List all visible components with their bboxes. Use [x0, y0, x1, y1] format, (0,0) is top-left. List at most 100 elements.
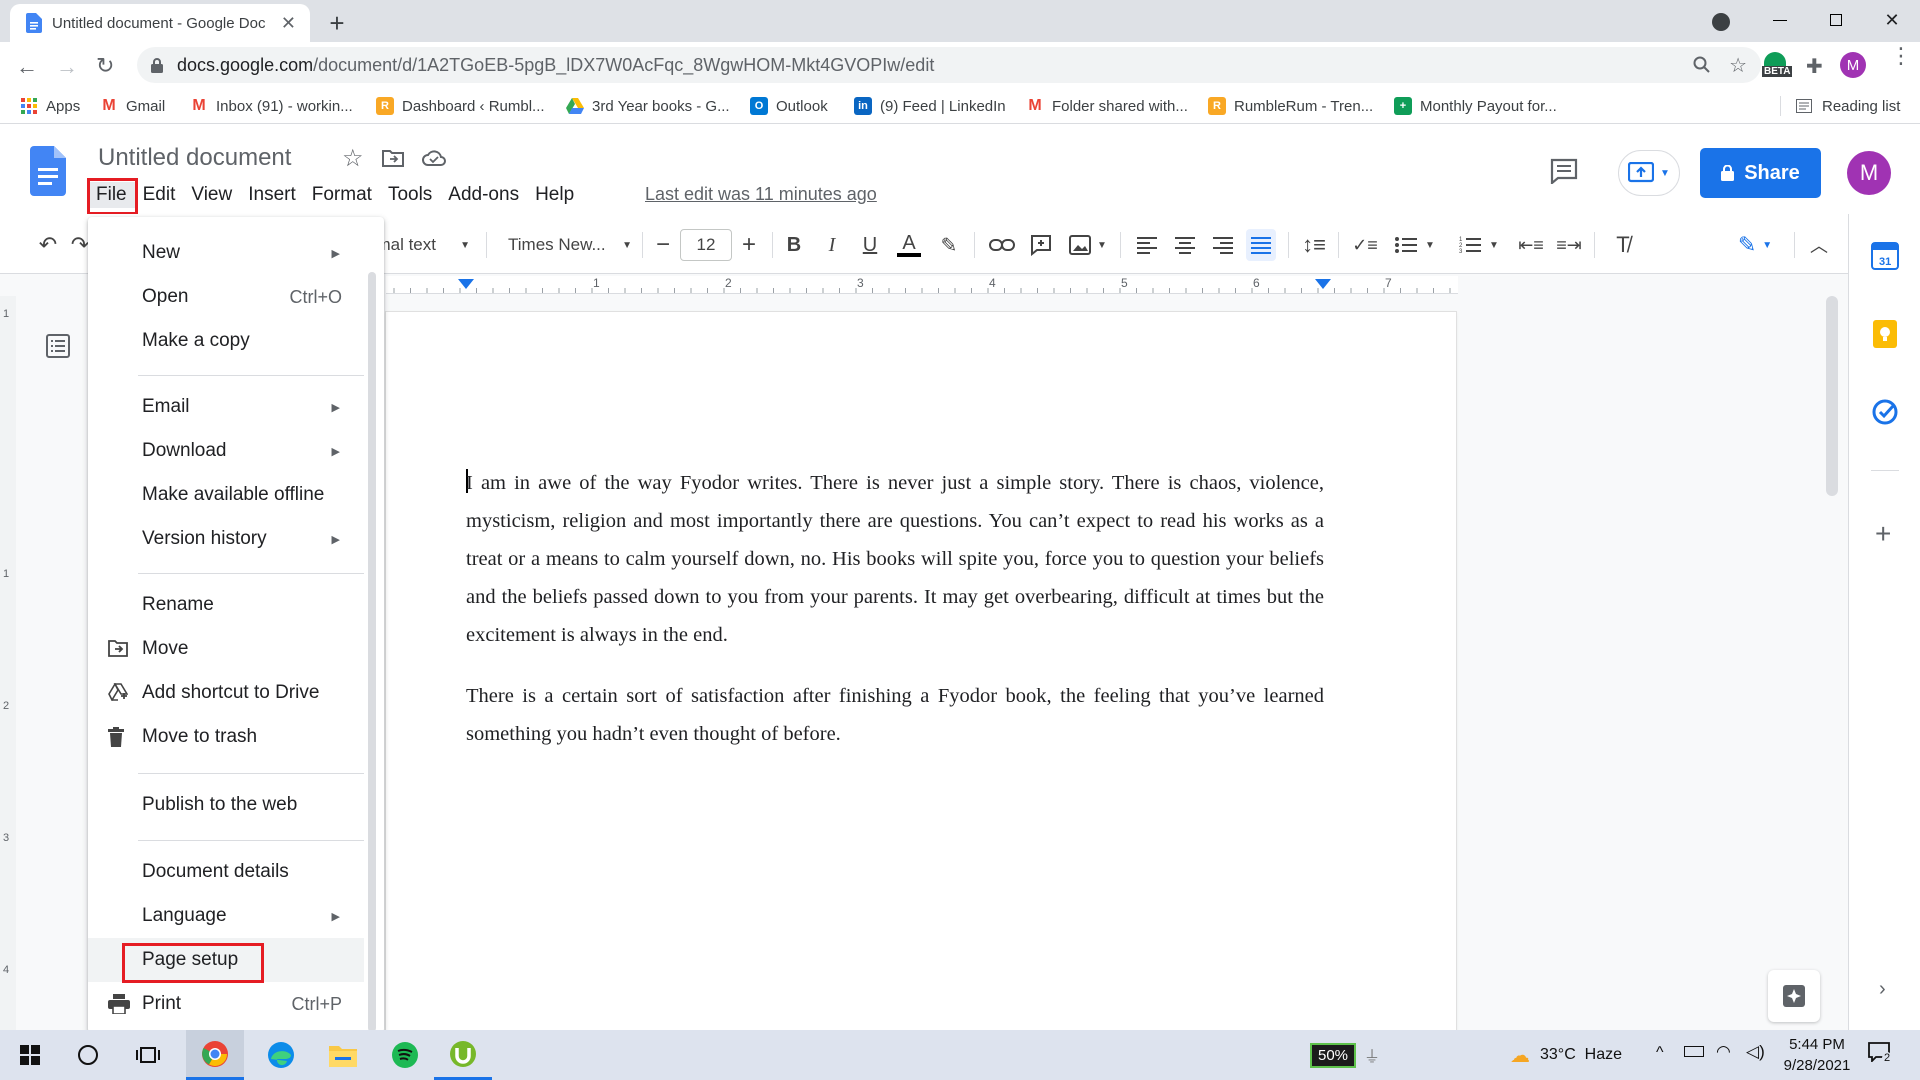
show-side-panel-icon[interactable]: › [1879, 978, 1886, 1001]
weather-widget[interactable]: ☁ 33°C Haze [1510, 1042, 1622, 1068]
restore-icon[interactable] [1808, 0, 1864, 40]
style-dropdown[interactable]: Normal text ▼ [384, 225, 470, 265]
bookmark-inbox[interactable]: M Inbox (91) - workin... [190, 88, 352, 124]
menu-item-move-to-trash[interactable]: Move to trash [88, 715, 364, 759]
menu-item-print[interactable]: Print Ctrl+P [88, 982, 364, 1026]
wifi-icon[interactable]: ◠ [1716, 1042, 1731, 1062]
minimize-icon[interactable] [1752, 0, 1808, 40]
menu-add-ons[interactable]: Add-ons [440, 182, 527, 208]
browser-tab[interactable]: Untitled document - Google Doc ✕ [10, 4, 310, 42]
share-button[interactable]: Share [1700, 148, 1821, 198]
volume-icon[interactable]: ◁) [1746, 1042, 1765, 1062]
extension-icon[interactable]: BETA [1762, 52, 1793, 77]
comments-icon[interactable] [1550, 158, 1578, 184]
font-size-input[interactable]: 12 [680, 229, 732, 261]
bookmark-dashboard[interactable]: R Dashboard ‹ Rumbl... [376, 88, 545, 124]
menu-format[interactable]: Format [304, 182, 380, 208]
decrease-indent-icon[interactable]: ⇤≡ [1518, 225, 1544, 265]
collapse-menus-icon[interactable]: ︿ [1806, 225, 1832, 265]
editing-mode-button[interactable]: ✎ ▼ [1726, 225, 1784, 265]
menu-item-version-history[interactable]: Version history ▶ [88, 517, 364, 561]
docs-logo-icon[interactable] [30, 146, 66, 196]
forward-icon[interactable]: → [56, 54, 78, 80]
increase-font-size-icon[interactable]: + [736, 225, 762, 265]
explore-button[interactable] [1768, 970, 1820, 1022]
menu-item-rename[interactable]: Rename [88, 583, 364, 627]
cloud-saved-icon[interactable] [422, 150, 446, 166]
bookmark-folder-shared[interactable]: M Folder shared with... [1026, 88, 1188, 124]
back-icon[interactable]: ← [16, 54, 38, 80]
numbered-list-icon[interactable]: 123 ▼ [1456, 225, 1502, 265]
italic-icon[interactable]: I [820, 225, 844, 265]
paragraph[interactable]: There is a certain sort of satisfaction … [466, 677, 1324, 753]
menu-item-move[interactable]: Move [88, 627, 364, 671]
font-dropdown[interactable]: Times New... ▼ [508, 225, 632, 265]
reading-list-button[interactable]: Reading list [1796, 88, 1900, 124]
menu-item-download[interactable]: Download ▶ [88, 429, 364, 473]
menu-item-open[interactable]: Open Ctrl+O [88, 275, 364, 319]
move-folder-icon[interactable] [382, 149, 404, 167]
menu-item-email[interactable]: Email ▶ [88, 385, 364, 429]
show-hidden-icons-icon[interactable]: ^ [1656, 1044, 1664, 1062]
present-meeting-button[interactable]: ▼ [1618, 150, 1680, 196]
align-center-icon[interactable] [1172, 225, 1198, 265]
align-right-icon[interactable] [1210, 225, 1236, 265]
menu-edit[interactable]: Edit [135, 182, 184, 208]
underline-icon[interactable]: U [858, 225, 882, 265]
close-window-icon[interactable]: ✕ [1864, 0, 1920, 40]
scrollbar[interactable] [1826, 296, 1838, 496]
zoom-icon[interactable] [1693, 56, 1711, 74]
decrease-font-size-icon[interactable]: − [650, 225, 676, 265]
bookmark-outlook[interactable]: O Outlook [750, 88, 828, 124]
profile-avatar[interactable]: M [1840, 52, 1866, 78]
right-indent-marker-icon[interactable] [1315, 279, 1331, 289]
document-body[interactable]: I am in awe of the way Fyodor writes. Th… [466, 464, 1324, 776]
checklist-icon[interactable]: ✓≡ [1350, 225, 1380, 265]
calendar-icon[interactable]: 31 [1871, 242, 1899, 270]
menu-item-publish-to-the-web[interactable]: Publish to the web [88, 783, 364, 827]
tab-close-icon[interactable]: ✕ [281, 13, 296, 34]
menu-item-document-details[interactable]: Document details [88, 850, 364, 894]
insert-comment-icon[interactable] [1028, 225, 1054, 265]
menu-item-make-a-copy[interactable]: Make a copy [88, 319, 364, 363]
bookmark-apps[interactable]: Apps [20, 88, 80, 124]
new-tab-button[interactable]: + [322, 8, 352, 38]
star-icon[interactable]: ☆ [342, 144, 364, 173]
bold-icon[interactable]: B [782, 225, 806, 265]
menu-item-add-shortcut-to-drive[interactable]: Add shortcut to Drive [88, 671, 364, 715]
extensions-puzzle-icon[interactable]: ✚ [1806, 54, 1823, 79]
menu-help[interactable]: Help [527, 182, 582, 208]
line-spacing-icon[interactable]: ↕≡ [1300, 225, 1328, 265]
last-edit-link[interactable]: Last edit was 11 minutes ago [645, 184, 877, 205]
bookmark-3rd-year-books[interactable]: 3rd Year books - G... [566, 88, 730, 124]
keep-icon[interactable] [1873, 320, 1897, 348]
menu-tools[interactable]: Tools [380, 182, 440, 208]
bookmark-linkedin[interactable]: in (9) Feed | LinkedIn [854, 88, 1006, 124]
redo-icon[interactable]: ↷ [70, 225, 90, 265]
notifications-icon[interactable]: 2 [1868, 1042, 1893, 1064]
clock[interactable]: 5:44 PM 9/28/2021 [1772, 1034, 1862, 1076]
insert-link-icon[interactable] [988, 225, 1016, 265]
paragraph[interactable]: I am in awe of the way Fyodor writes. Th… [466, 464, 1324, 654]
battery-icon[interactable] [1684, 1046, 1704, 1057]
account-avatar[interactable]: M [1847, 151, 1891, 195]
bookmark-monthly-payout[interactable]: + Monthly Payout for... [1394, 88, 1557, 124]
insert-image-icon[interactable]: ▼ [1066, 225, 1110, 265]
bookmark-gmail[interactable]: M Gmail [100, 88, 165, 124]
menu-insert[interactable]: Insert [240, 182, 304, 208]
menu-item-language[interactable]: Language ▶ [88, 894, 364, 938]
add-on-plus-icon[interactable]: + [1875, 518, 1891, 550]
undo-icon[interactable]: ↶ [36, 225, 60, 265]
tab-search-icon[interactable] [1712, 13, 1730, 31]
address-bar[interactable]: docs.google.com/document/d/1A2TGoEB-5pgB… [137, 47, 1761, 83]
bookmark-star-icon[interactable]: ☆ [1729, 53, 1747, 78]
left-indent-marker-icon[interactable] [458, 279, 474, 289]
tasks-icon[interactable] [1871, 398, 1899, 426]
document-title[interactable]: Untitled document [98, 144, 291, 172]
align-justify-icon[interactable] [1246, 229, 1276, 261]
battery-indicator[interactable]: 50% ⏚ [1310, 1042, 1380, 1068]
bookmark-rumblerum[interactable]: R RumbleRum - Tren... [1208, 88, 1373, 124]
text-color-icon[interactable]: A [896, 225, 922, 265]
chrome-menu-icon[interactable]: ⋮ [1890, 45, 1912, 67]
menu-item-new[interactable]: New ▶ [88, 231, 364, 275]
